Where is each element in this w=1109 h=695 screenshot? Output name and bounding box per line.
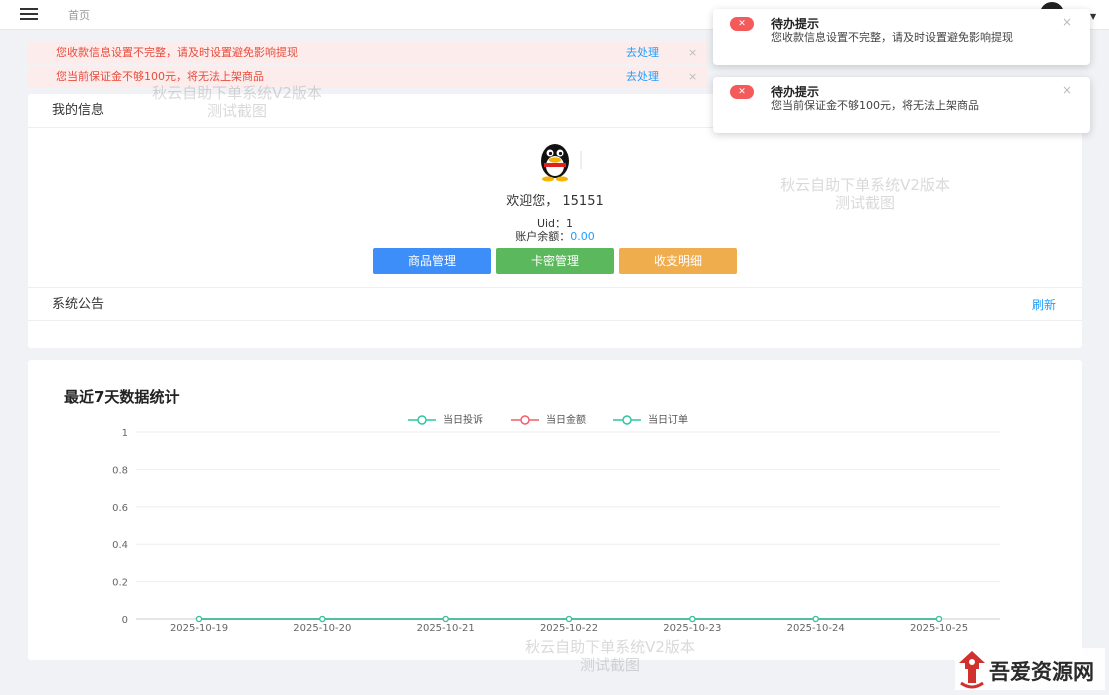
goods-manage-button[interactable]: 商品管理 (373, 248, 491, 274)
alert-close-icon[interactable]: × (688, 66, 697, 88)
x-tick-label: 2025-10-22 (540, 623, 598, 634)
y-tick-label: 1 (122, 428, 128, 439)
x-tick-label: 2025-10-23 (663, 623, 721, 634)
x-tick-label: 2025-10-25 (910, 623, 968, 634)
refresh-link[interactable]: 刷新 (1032, 288, 1056, 322)
balance-label: 账户余额： (515, 230, 571, 243)
todo-toast-deposit: ✕ 待办提示 您当前保证金不够100元，将无法上架商品 × (713, 77, 1090, 133)
alert-handle-link[interactable]: 去处理 (626, 66, 659, 88)
data-point (319, 615, 326, 623)
toast-body: 您当前保证金不够100元，将无法上架商品 (771, 99, 979, 112)
x-tick-label: 2025-10-19 (170, 623, 228, 634)
notice-header: 系统公告 刷新 (28, 287, 1082, 321)
data-point (565, 615, 573, 623)
legend-label: 当日投诉 (443, 413, 483, 426)
todo-toast-payment: ✕ 待办提示 您收款信息设置不完整，请及时设置避免影响提现 × (713, 9, 1090, 65)
alert-payment-info: 您收款信息设置不完整，请及时设置避免影响提现 去处理 × (28, 42, 708, 64)
legend-swatch-marker (622, 415, 632, 425)
toast-body: 您收款信息设置不完整，请及时设置避免影响提现 (771, 31, 1013, 44)
alert-message: 您收款信息设置不完整，请及时设置避免影响提现 (56, 46, 298, 59)
y-tick-label: 0.6 (112, 503, 128, 514)
stats-chart-card: 最近7天数据统计 0 0.2 0.4 0.6 0.8 1 2025-10-19 2025-10… (28, 360, 1082, 660)
data-point (812, 615, 819, 623)
x-tick-label: 2025-10-21 (417, 623, 475, 634)
toast-close-icon[interactable]: × (1062, 15, 1072, 29)
y-tick-label: 0.8 (112, 465, 128, 476)
qq-penguin-avatar-icon (529, 139, 585, 183)
y-tick-label: 0.2 (112, 578, 128, 589)
alert-handle-link[interactable]: 去处理 (626, 42, 659, 64)
chevron-down-icon[interactable]: ▼ (1090, 12, 1096, 21)
balance-value: 0.00 (570, 230, 595, 243)
alert-message: 您当前保证金不够100元，将无法上架商品 (56, 70, 264, 83)
x-tick-label: 2025-10-24 (787, 623, 845, 634)
breadcrumb-home[interactable]: 首页 (68, 7, 90, 23)
toast-title: 待办提示 (771, 17, 820, 31)
error-icon: ✕ (730, 17, 754, 31)
line-chart: 0 0.2 0.4 0.6 0.8 1 2025-10-19 2025-10-20 2025-1… (112, 413, 1000, 634)
welcome-text: 欢迎您， 15151 (506, 194, 604, 209)
card-manage-button[interactable]: 卡密管理 (496, 248, 614, 274)
alert-close-icon[interactable]: × (688, 42, 697, 64)
error-icon: ✕ (730, 85, 754, 99)
x-tick-label: 2025-10-20 (293, 623, 351, 634)
notice-title: 系统公告 (52, 297, 105, 312)
y-tick-label: 0 (122, 615, 128, 626)
toast-title: 待办提示 (771, 85, 820, 99)
legend-swatch-marker (520, 415, 530, 425)
balance-row: 账户余额：0.00 (28, 228, 1082, 244)
site-logo: 吾爱资源网 (955, 648, 1105, 690)
data-point (442, 615, 449, 623)
data-point (935, 615, 943, 623)
bill-detail-button[interactable]: 收支明细 (619, 248, 737, 274)
toast-close-icon[interactable]: × (1062, 83, 1072, 97)
data-point (689, 615, 696, 623)
legend-label: 当日订单 (648, 413, 688, 426)
data-point (195, 615, 203, 623)
legend-swatch-marker (417, 415, 427, 425)
legend-label: 当日金额 (546, 413, 586, 426)
y-tick-label: 0.4 (112, 540, 128, 551)
alert-deposit: 您当前保证金不够100元，将无法上架商品 去处理 × (28, 66, 708, 88)
menu-toggle-icon[interactable] (20, 8, 38, 20)
logo-text: 吾爱资源网 (989, 659, 1094, 684)
